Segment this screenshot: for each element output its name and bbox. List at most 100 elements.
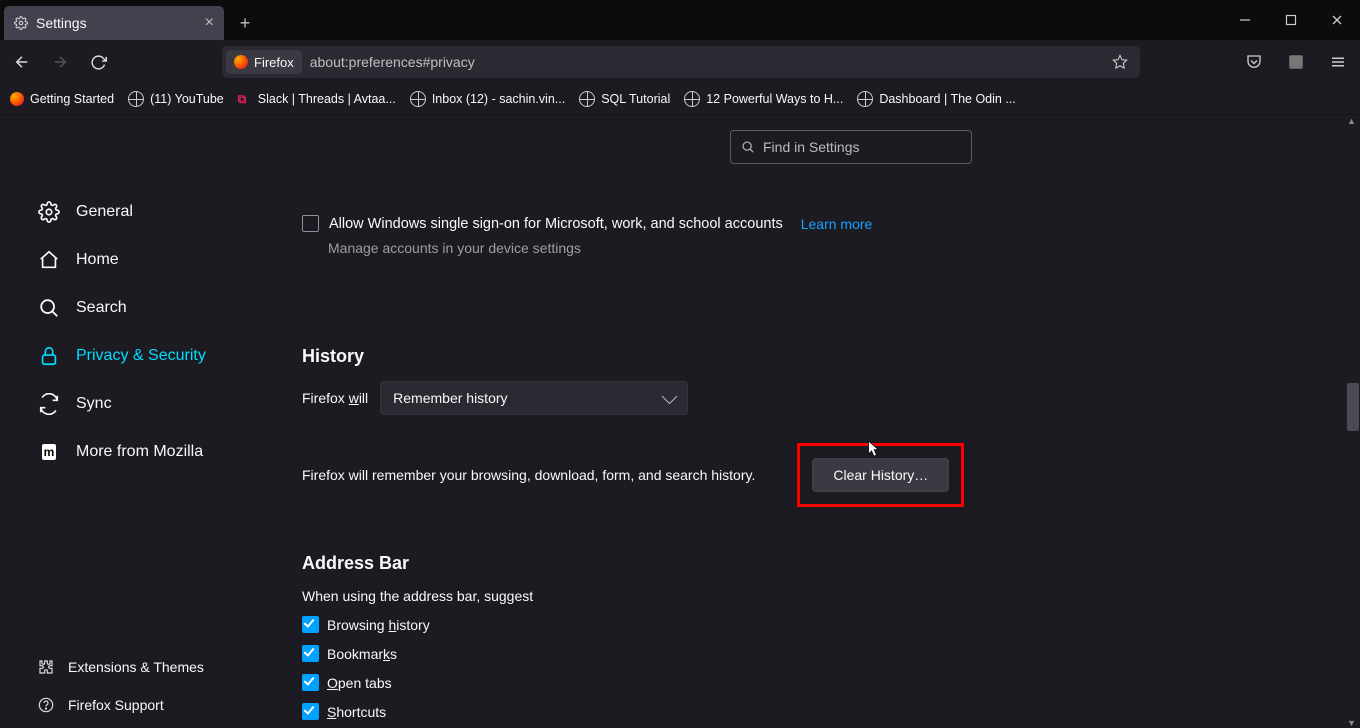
new-tab-button[interactable]: + [230,8,260,38]
scroll-thumb[interactable] [1347,383,1359,431]
slack-icon: ⧉ [238,92,252,106]
mozilla-icon: m [38,441,60,463]
sidebar-item-label: Sync [76,395,112,413]
sidebar-item-sync[interactable]: Sync [38,387,268,421]
sso-label: Allow Windows single sign-on for Microso… [329,216,783,232]
sidebar-item-general[interactable]: General [38,195,268,229]
scroll-up-arrow[interactable]: ▲ [1347,116,1357,126]
extension-icon[interactable] [1282,48,1310,76]
bookmark-label: (11) YouTube [150,92,224,106]
address-bar-subtext: When using the address bar, suggest [302,588,1160,604]
firefox-icon [10,92,24,106]
url-text: about:preferences#privacy [310,54,475,70]
firefox-will-label: Firefox will [302,390,368,406]
gear-icon [38,201,60,223]
menu-button[interactable] [1324,48,1352,76]
bookmark-label: 12 Powerful Ways to H... [706,92,843,106]
bookmark-label: SQL Tutorial [601,92,670,106]
close-tab-icon[interactable]: × [205,14,214,32]
sidebar-item-label: Privacy & Security [76,347,206,365]
title-bar: Settings × + [0,0,1360,40]
clear-history-label: Clear History… [833,467,928,483]
bookmark-item[interactable]: ⧉ Slack | Threads | Avtaa... [238,92,396,106]
addressbar-option-open-tabs[interactable]: Open tabs [302,674,1160,691]
checkbox-icon[interactable] [302,703,319,720]
bookmark-label: Dashboard | The Odin ... [879,92,1015,106]
bookmark-item[interactable]: 12 Powerful Ways to H... [684,91,843,107]
nav-toolbar: Firefox about:preferences#privacy [0,40,1360,84]
bookmark-item[interactable]: Inbox (12) - sachin.vin... [410,91,565,107]
bookmark-label: Inbox (12) - sachin.vin... [432,92,565,106]
learn-more-link[interactable]: Learn more [801,216,873,232]
gear-icon [14,16,28,30]
bookmark-item[interactable]: SQL Tutorial [579,91,670,107]
lock-icon [38,345,60,367]
checkbox-icon[interactable] [302,616,319,633]
history-mode-select[interactable]: Remember history [380,381,688,415]
sso-checkbox-row[interactable]: Allow Windows single sign-on for Microso… [302,215,1160,232]
minimize-button[interactable] [1222,0,1268,40]
history-description: Firefox will remember your browsing, dow… [302,467,755,483]
firefox-icon [234,55,248,69]
address-bar-heading: Address Bar [302,553,1160,574]
addressbar-option-shortcuts[interactable]: Shortcuts [302,703,1160,720]
url-bar[interactable]: Firefox about:preferences#privacy [222,46,1140,78]
globe-icon [128,91,144,107]
back-button[interactable] [8,48,36,76]
sidebar-item-label: Search [76,299,127,317]
maximize-button[interactable] [1268,0,1314,40]
bookmarks-bar: Getting Started (11) YouTube ⧉ Slack | Th… [0,84,1360,115]
bookmark-star-icon[interactable] [1112,54,1128,70]
history-heading: History [302,346,1160,367]
addressbar-option-browsing-history[interactable]: Browsing history [302,616,1160,633]
puzzle-icon [38,659,54,675]
globe-icon [857,91,873,107]
firefox-support-link[interactable]: Firefox Support [38,691,204,719]
chevron-down-icon [662,388,678,404]
bookmark-item[interactable]: (11) YouTube [128,91,224,107]
checkbox-icon[interactable] [302,645,319,662]
search-icon [38,297,60,319]
extensions-label: Extensions & Themes [68,659,204,675]
window-controls [1222,0,1360,40]
sidebar-item-more[interactable]: m More from Mozilla [38,435,268,469]
highlight-box: Clear History… [797,443,964,507]
globe-icon [684,91,700,107]
checkbox-icon[interactable] [302,215,319,232]
reload-button[interactable] [84,48,112,76]
search-settings-input[interactable]: Find in Settings [730,130,972,164]
sidebar-footer: Extensions & Themes Firefox Support [38,653,204,719]
search-placeholder: Find in Settings [763,139,860,155]
sidebar-item-home[interactable]: Home [38,243,268,277]
addressbar-option-bookmarks[interactable]: Bookmarks [302,645,1160,662]
bookmark-label: Slack | Threads | Avtaa... [258,92,396,106]
content-area: General Home Search Privacy & Security S… [0,115,1360,728]
identity-box[interactable]: Firefox [226,50,302,74]
tab-title: Settings [36,15,87,31]
sidebar-item-privacy[interactable]: Privacy & Security [38,339,268,373]
history-mode-value: Remember history [393,390,507,406]
help-icon [38,697,54,713]
sso-subtext: Manage accounts in your device settings [328,240,1160,256]
bookmark-item[interactable]: Getting Started [10,92,114,106]
browser-tab[interactable]: Settings × [4,6,224,40]
clear-history-button[interactable]: Clear History… [812,458,949,492]
settings-main: Find in Settings Allow Windows single si… [268,115,1360,728]
bookmark-label: Getting Started [30,92,114,106]
globe-icon [410,91,426,107]
identity-label: Firefox [254,55,294,70]
checkbox-icon[interactable] [302,674,319,691]
bookmark-item[interactable]: Dashboard | The Odin ... [857,91,1015,107]
sidebar-item-label: General [76,203,133,221]
scroll-down-arrow[interactable]: ▼ [1347,718,1357,728]
forward-button[interactable] [46,48,74,76]
scrollbar[interactable]: ▲ ▼ [1344,115,1360,728]
settings-sidebar: General Home Search Privacy & Security S… [0,115,268,728]
extensions-themes-link[interactable]: Extensions & Themes [38,653,204,681]
sidebar-item-label: Home [76,251,119,269]
sidebar-item-search[interactable]: Search [38,291,268,325]
pocket-icon[interactable] [1240,48,1268,76]
close-window-button[interactable] [1314,0,1360,40]
home-icon [38,249,60,271]
sync-icon [38,393,60,415]
